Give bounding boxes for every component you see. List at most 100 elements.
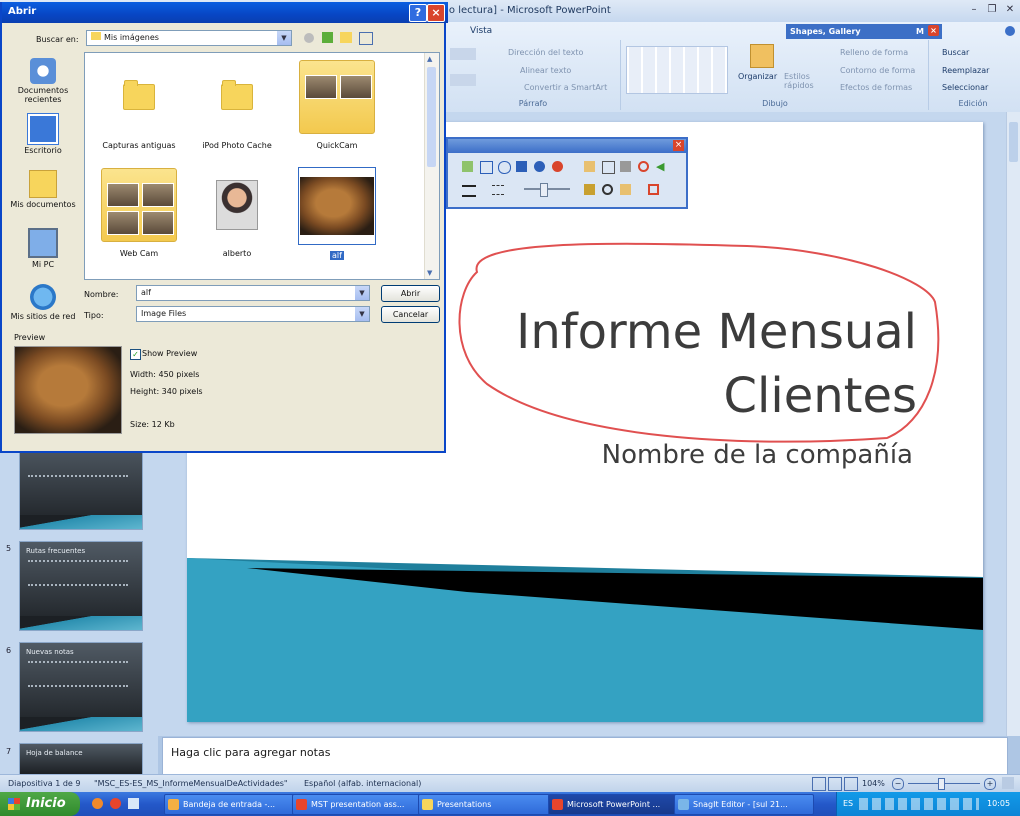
close-icon[interactable]: × <box>427 4 445 22</box>
chevron-down-icon[interactable]: ▼ <box>277 31 291 45</box>
fit-window-icon[interactable] <box>1002 777 1014 789</box>
smartart-button[interactable]: Convertir a SmartArt <box>524 83 607 92</box>
list-item[interactable]: Capturas antiguas <box>91 59 187 150</box>
place-my-pc[interactable]: Mi PC <box>8 228 78 269</box>
color-icon[interactable] <box>648 184 659 195</box>
show-preview-checkbox[interactable]: ✓ <box>130 349 141 360</box>
place-desktop[interactable]: Escritorio <box>8 114 78 155</box>
notes-pane[interactable]: Haga clic para agregar notas <box>162 737 1008 775</box>
taskbar-item-snagit[interactable]: SnagIt Editor - [sul 21... <box>674 794 814 815</box>
stop-icon[interactable] <box>552 161 563 172</box>
highlight-icon[interactable] <box>462 161 473 172</box>
magnifier-icon[interactable] <box>602 184 613 195</box>
minimize-icon[interactable]: – <box>966 3 982 17</box>
line-style-icon[interactable] <box>492 185 504 195</box>
list-item[interactable]: alberto <box>189 167 285 258</box>
scroll-thumb[interactable] <box>427 67 436 167</box>
shape-effects-button[interactable]: Efectos de formas <box>840 83 912 92</box>
line-weight-icon[interactable] <box>462 185 476 197</box>
filled-rectangle-icon[interactable] <box>516 161 527 172</box>
normal-view-icon[interactable] <box>812 777 826 791</box>
shapes-gallery-bar[interactable]: Shapes, Gallery M × <box>786 24 942 39</box>
zoom-slider-handle[interactable] <box>938 778 945 790</box>
fill-icon[interactable] <box>584 184 595 195</box>
chevron-down-icon[interactable]: ▼ <box>355 286 369 300</box>
quick-styles-button[interactable]: Estilos rápidos <box>784 72 814 90</box>
file-list[interactable]: Capturas antiguas iPod Photo Cache Quick… <box>84 52 440 280</box>
pen-icon[interactable] <box>584 161 595 172</box>
language[interactable]: Español (alfab. internacional) <box>304 779 421 788</box>
slider-handle[interactable] <box>540 183 548 197</box>
close-icon[interactable]: × <box>673 140 684 151</box>
views-icon[interactable] <box>359 32 373 45</box>
rectangle-icon[interactable] <box>480 161 493 174</box>
dialog-titlebar[interactable]: Abrir ? × <box>2 2 448 23</box>
tray-icons[interactable] <box>859 798 979 810</box>
find-button[interactable]: Buscar <box>942 48 969 57</box>
zoom-level[interactable]: 104% <box>862 779 885 788</box>
up-folder-icon[interactable] <box>322 32 333 43</box>
place-recent[interactable]: Documentos recientes <box>8 58 78 104</box>
start-button[interactable]: Inicio <box>0 792 80 816</box>
list-item[interactable]: iPod Photo Cache <box>189 59 285 150</box>
zoom-out-icon[interactable]: − <box>892 778 904 790</box>
list-item-selected[interactable]: alf <box>289 167 385 260</box>
file-type-select[interactable]: Image Files ▼ <box>136 306 370 322</box>
list-scrollbar[interactable]: ▲ ▼ <box>424 53 439 279</box>
help-icon[interactable]: ? <box>409 4 427 22</box>
taskbar-item-presentation[interactable]: MST presentation ass... <box>292 794 424 815</box>
taskbar-item-powerpoint[interactable]: Microsoft PowerPoint ... <box>548 794 680 815</box>
open-button[interactable]: Abrir <box>381 285 440 302</box>
zoom-tool-icon[interactable] <box>620 184 631 195</box>
slide-thumbnail[interactable] <box>19 442 143 530</box>
list-item[interactable]: QuickCam <box>289 59 385 150</box>
frame-icon[interactable] <box>602 161 615 174</box>
restore-icon[interactable]: ❐ <box>984 3 1000 17</box>
quicklaunch-icon[interactable] <box>92 798 103 809</box>
select-button[interactable]: Seleccionar <box>942 83 988 92</box>
filled-ellipse-icon[interactable] <box>534 161 545 172</box>
taskbar-item-inbox[interactable]: Bandeja de entrada -... <box>164 794 296 815</box>
zoom-in-icon[interactable]: + <box>984 778 996 790</box>
look-in-combo[interactable]: Mis imágenes ▼ <box>86 30 292 46</box>
slide-thumbnail[interactable]: Hoja de balance <box>19 743 143 775</box>
sorter-view-icon[interactable] <box>828 777 842 791</box>
new-folder-icon[interactable] <box>340 32 352 43</box>
chevron-down-icon[interactable]: ▼ <box>427 269 432 277</box>
close-icon[interactable]: × <box>928 25 939 36</box>
replace-button[interactable]: Reemplazar <box>942 66 989 75</box>
slideshow-view-icon[interactable] <box>844 777 858 791</box>
shape-outline-button[interactable]: Contorno de forma <box>840 66 915 75</box>
place-network[interactable]: Mis sitios de red <box>8 284 78 321</box>
list-item[interactable]: Web Cam <box>91 167 187 258</box>
toolbar-titlebar[interactable]: × <box>448 139 686 153</box>
shapes-palette[interactable] <box>626 46 728 94</box>
filename-input[interactable]: alf ▼ <box>136 285 370 301</box>
text-direction-button[interactable]: Dirección del texto <box>508 48 583 57</box>
shapes-gallery-m[interactable]: M <box>916 27 924 36</box>
close-icon[interactable]: ✕ <box>1002 3 1018 17</box>
quicklaunch-icon[interactable] <box>110 798 121 809</box>
taskbar-item-folder[interactable]: Presentations <box>418 794 550 815</box>
indent-icon[interactable] <box>450 48 476 60</box>
columns-icon[interactable] <box>450 74 476 86</box>
arrange-button[interactable]: Organizar <box>738 72 777 81</box>
language-indicator[interactable]: ES <box>843 799 853 808</box>
quicklaunch-icon[interactable] <box>128 798 139 809</box>
place-my-documents[interactable]: Mis documentos <box>8 170 78 209</box>
slide-thumbnail[interactable]: Nuevas notas <box>19 642 143 732</box>
help-icon[interactable] <box>1005 26 1015 36</box>
chevron-down-icon[interactable]: ▼ <box>355 307 369 321</box>
shape-fill-button[interactable]: Relleno de forma <box>840 48 908 57</box>
tab-vista[interactable]: Vista <box>470 26 492 36</box>
align-text-button[interactable]: Alinear texto <box>520 66 571 75</box>
vertical-scrollbar[interactable] <box>1006 112 1020 736</box>
eraser-icon[interactable] <box>620 161 631 172</box>
arrow-left-icon[interactable]: ◀ <box>656 161 667 172</box>
clock-icon[interactable] <box>638 161 649 172</box>
chevron-up-icon[interactable]: ▲ <box>427 55 432 63</box>
back-icon[interactable] <box>304 33 314 43</box>
slide-thumbnail[interactable]: Rutas frecuentes <box>19 541 143 631</box>
ellipse-icon[interactable] <box>498 161 511 174</box>
scroll-thumb[interactable] <box>1009 122 1018 162</box>
